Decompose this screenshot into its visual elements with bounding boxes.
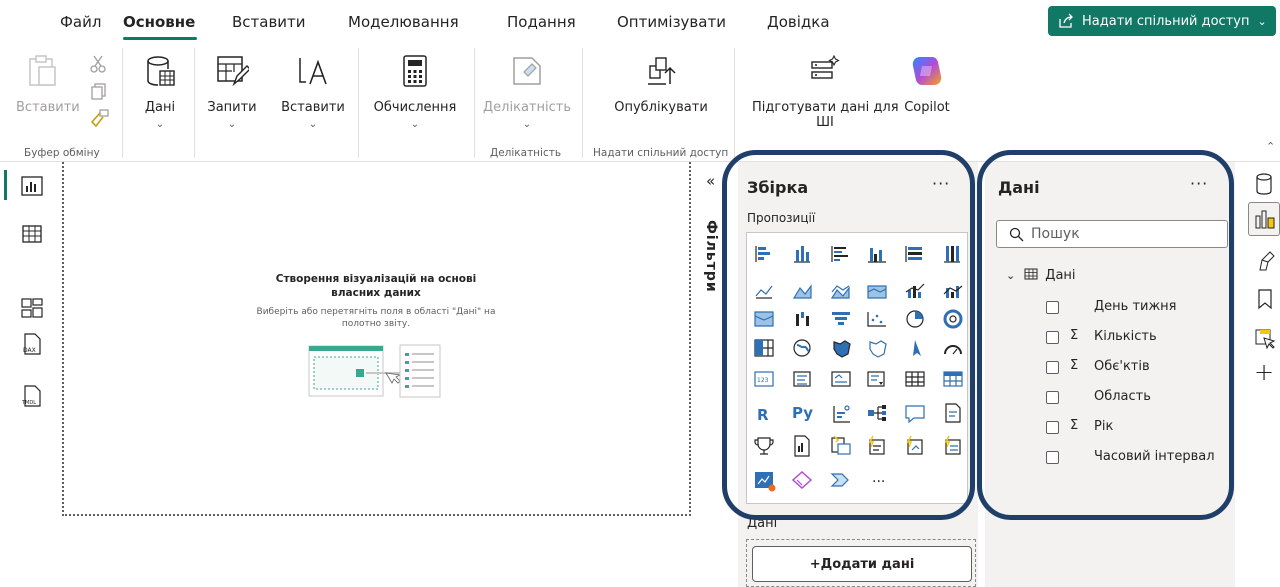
format-painter-icon[interactable] [88, 108, 110, 130]
ribbon-separator [122, 48, 123, 158]
report-canvas[interactable] [62, 162, 691, 516]
menu-file[interactable]: Файл [60, 13, 101, 31]
database-icon [147, 56, 175, 86]
empty-state-illustration [308, 344, 441, 398]
group-share-label: Надати спільний доступ [593, 147, 729, 159]
chevron-down-icon: ⌄ [522, 119, 532, 130]
menu-modeling[interactable]: Моделювання [348, 13, 459, 31]
queries-label: Запити [207, 100, 257, 115]
format-visual-icon[interactable] [1254, 250, 1276, 272]
active-view-indicator [4, 170, 7, 200]
menu-help[interactable]: Довідка [767, 13, 830, 31]
chevron-down-icon: ⌄ [410, 119, 420, 130]
left-nav: DAX TMDL [0, 162, 62, 587]
empty-state-subtitle: Виберіть або перетягніть поля в області … [256, 307, 496, 329]
ribbon-separator [734, 48, 735, 158]
build-visual-icon [1255, 210, 1275, 229]
group-sensitivity-label: Делікатність [490, 147, 562, 159]
ribbon-separator [194, 48, 195, 158]
right-rail: + [1246, 162, 1280, 587]
calculations-label: Обчислення [373, 100, 457, 115]
ribbon-separator [358, 48, 359, 158]
copilot-button[interactable]: Copilot [898, 54, 956, 115]
group-clipboard-label: Буфер обміну [24, 147, 100, 159]
cut-icon[interactable] [88, 54, 108, 74]
menu-bar: Файл Основне Вставити Моделювання Поданн… [0, 0, 1280, 44]
share-button[interactable]: Надати спільний доступ ⌄ [1048, 6, 1276, 36]
copy-icon[interactable] [90, 82, 108, 100]
paste-button[interactable]: Вставити [16, 54, 80, 115]
ribbon-separator [582, 48, 583, 158]
data-pane-highlight [977, 150, 1234, 520]
text-box-icon [299, 58, 327, 85]
tmdl-view-icon[interactable]: TMDL [20, 384, 44, 408]
table-view-icon[interactable] [20, 222, 44, 246]
dax-query-view-icon[interactable]: DAX [20, 332, 44, 356]
model-view-icon[interactable] [20, 296, 44, 320]
publish-icon [648, 57, 676, 85]
menu-optimize[interactable]: Оптимізувати [617, 13, 726, 31]
chevron-down-icon: ⌄ [308, 119, 318, 130]
tmdl-text: TMDL [21, 400, 36, 406]
copilot-label: Copilot [904, 100, 950, 115]
prepare-data-ai-button[interactable]: Підготувати дані для ШІ [752, 54, 899, 130]
menu-view[interactable]: Подання [507, 13, 576, 31]
paste-label: Вставити [16, 100, 80, 115]
report-view-icon[interactable] [20, 174, 44, 198]
collapse-panes-icon[interactable]: « [706, 172, 715, 190]
chevron-down-icon: ⌄ [1257, 14, 1267, 28]
ribbon-separator [474, 48, 475, 158]
dax-text: DAX [23, 347, 36, 354]
insert-button[interactable]: Вставити ⌄ [280, 54, 346, 130]
empty-state-title: Створення візуалізацій на основі власних… [275, 273, 477, 299]
data-button[interactable]: Дані ⌄ [134, 54, 186, 130]
sensitivity-icon [513, 57, 541, 85]
ribbon: Вставити Буфер обміну Дані ⌄ Запити ⌄ Вс… [0, 44, 1280, 162]
chevron-down-icon: ⌄ [155, 119, 165, 130]
active-tab-indicator [123, 37, 197, 40]
add-data-button[interactable]: +Додати дані [752, 546, 972, 582]
publish-label: Опублікувати [614, 100, 708, 115]
publish-button[interactable]: Опублікувати [606, 54, 716, 115]
selection-pane-icon[interactable] [1254, 328, 1276, 350]
insert-label: Вставити [281, 100, 345, 115]
menu-home[interactable]: Основне [123, 13, 195, 31]
sensitivity-label: Делікатність [483, 100, 571, 115]
queries-button[interactable]: Запити ⌄ [204, 54, 260, 130]
bookmark-icon[interactable] [1256, 288, 1274, 310]
prepare-label-line1: Підготувати дані для [752, 100, 899, 115]
chevron-down-icon: ⌄ [227, 119, 237, 130]
prepare-data-icon [811, 54, 840, 79]
ribbon-collapse-icon[interactable]: ⌃ [1266, 140, 1275, 153]
filters-label[interactable]: Фільтри [703, 220, 719, 293]
viz-pane-highlight [722, 150, 975, 520]
data-pane-toggle-icon[interactable] [1254, 172, 1274, 196]
clipboard-icon [29, 55, 56, 86]
queries-table-icon [217, 56, 251, 87]
add-pane-icon[interactable]: + [1254, 358, 1274, 386]
prepare-label-line2: ШІ [816, 115, 834, 130]
data-label: Дані [144, 100, 176, 115]
copilot-icon [912, 57, 942, 85]
sensitivity-button[interactable]: Делікатність ⌄ [480, 54, 574, 130]
calculator-icon [403, 55, 427, 87]
share-label: Надати спільний доступ [1082, 13, 1250, 29]
share-icon [1059, 13, 1073, 28]
menu-insert[interactable]: Вставити [232, 13, 306, 31]
calculations-button[interactable]: Обчислення ⌄ [368, 54, 462, 130]
